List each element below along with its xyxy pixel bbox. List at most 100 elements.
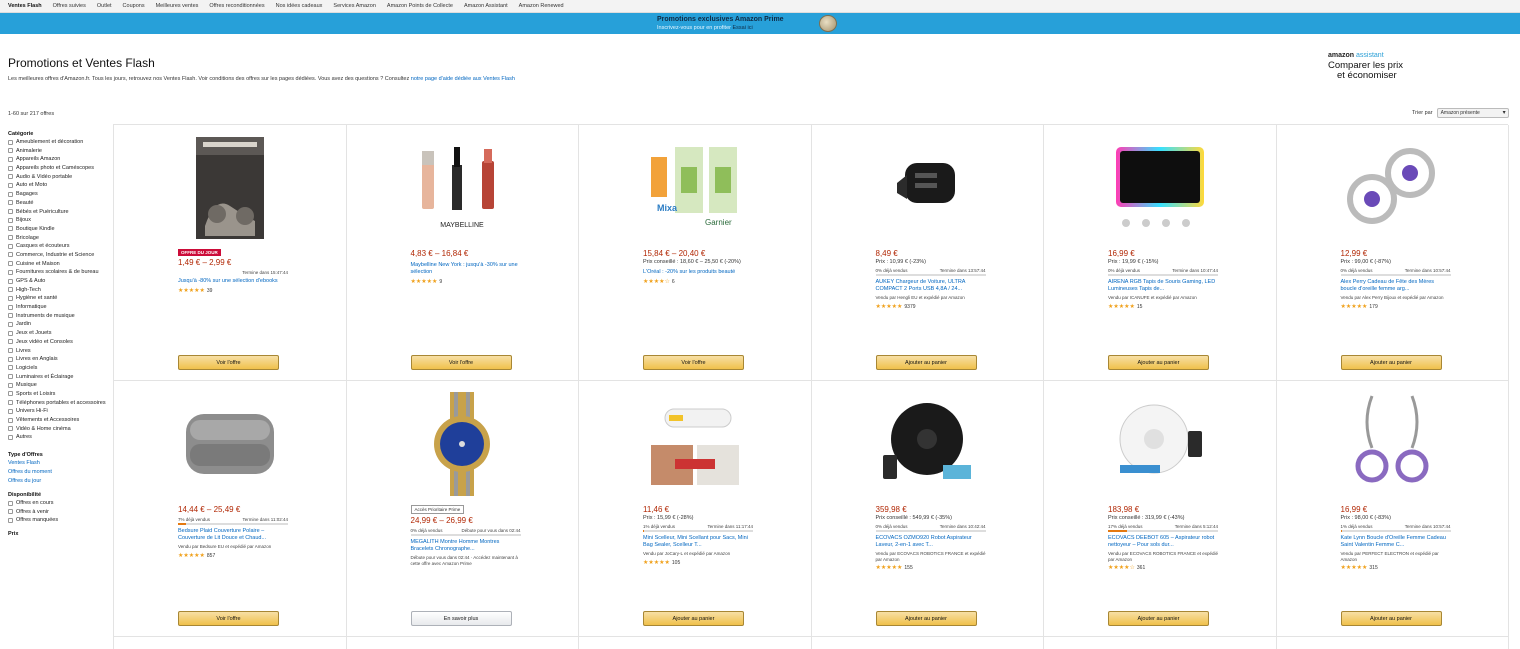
- drop-earrings-icon[interactable]: [1337, 389, 1447, 499]
- category-filter[interactable]: Informatique: [8, 304, 112, 310]
- checkbox[interactable]: [8, 174, 13, 180]
- deal-card[interactable]: 359,98 € Prix conseillé : 549,99 € (-35%)…: [811, 381, 1044, 637]
- category-filter[interactable]: Auto et Moto: [8, 182, 112, 188]
- deal-title[interactable]: AIRENA RGB Tapis de Souris Gaming, LED L…: [1108, 279, 1218, 293]
- sort-select[interactable]: Amazon présente: [1436, 108, 1509, 118]
- prime-banner[interactable]: Promotions exclusives Amazon Prime Inscr…: [0, 13, 1520, 34]
- nav-services-amazon[interactable]: Services Amazon: [333, 3, 376, 9]
- deal-card[interactable]: 16,99 € Prix : 19,99 € (-15%) 0% déjà vend…: [1044, 125, 1277, 381]
- car-charger-icon[interactable]: [872, 133, 982, 243]
- category-filter[interactable]: Boutique Kindle: [8, 226, 112, 232]
- category-filter[interactable]: Luminaires et Éclairage: [8, 374, 112, 380]
- category-filter[interactable]: Musique: [8, 382, 112, 388]
- offer-type-ventes-flash[interactable]: Ventes Flash: [8, 460, 112, 466]
- category-filter[interactable]: Animalerie: [8, 148, 112, 154]
- checkbox[interactable]: [8, 217, 13, 223]
- checkbox[interactable]: [8, 374, 13, 380]
- checkbox[interactable]: [8, 165, 13, 171]
- rating-stars-icon[interactable]: ★★★★☆ 6: [643, 279, 753, 286]
- checkbox[interactable]: [8, 330, 13, 336]
- deal-title[interactable]: AUKEY Chargeur de Voiture, ULTRA COMPACT…: [876, 279, 986, 293]
- deal-card[interactable]: [1277, 637, 1509, 649]
- nav-ventes-flash[interactable]: Ventes Flash: [8, 3, 42, 9]
- category-filter[interactable]: Autres: [8, 434, 112, 440]
- category-filter[interactable]: Ameublement et décoration: [8, 139, 112, 145]
- nav-offres-reconditionnees[interactable]: Offres reconditionnées: [209, 3, 264, 9]
- deal-card[interactable]: [114, 637, 347, 649]
- nav-points-collecte[interactable]: Amazon Points de Collecte: [387, 3, 453, 9]
- category-filter[interactable]: Appareils photo et Caméscopes: [8, 165, 112, 171]
- deal-title[interactable]: L'Oréal : -20% sur les produits beauté: [643, 269, 753, 276]
- category-filter[interactable]: Appareils Amazon: [8, 156, 112, 162]
- checkbox[interactable]: [8, 156, 13, 162]
- nav-amazon-renewed[interactable]: Amazon Renewed: [519, 3, 564, 9]
- availability-manquees[interactable]: Offres manquées: [8, 517, 112, 523]
- checkbox[interactable]: [8, 365, 13, 371]
- offer-type-du-moment[interactable]: Offres du moment: [8, 469, 112, 475]
- category-filter[interactable]: Beauté: [8, 200, 112, 206]
- deal-card[interactable]: [1044, 637, 1277, 649]
- checkbox[interactable]: [8, 226, 13, 232]
- deal-title[interactable]: Kate Lynn Boucle d'Oreille Femme Cadeau …: [1341, 535, 1451, 549]
- category-filter[interactable]: Instruments de musique: [8, 313, 112, 319]
- category-filter[interactable]: Vidéo & Home cinéma: [8, 426, 112, 432]
- category-filter[interactable]: Univers Hi-Fi: [8, 408, 112, 414]
- checkbox[interactable]: [8, 348, 13, 353]
- cosmetics-icon[interactable]: Mixa Garnier: [640, 133, 750, 243]
- deal-card[interactable]: 12,99 € Prix : 99,00 € (-87%) 0% déjà vend…: [1276, 125, 1509, 381]
- category-filter[interactable]: GPS & Auto: [8, 278, 112, 284]
- checkbox[interactable]: [8, 182, 13, 188]
- rating-stars-icon[interactable]: ★★★★★ 315: [1341, 565, 1451, 572]
- deal-card[interactable]: [579, 637, 812, 649]
- checkbox[interactable]: [8, 148, 13, 154]
- deal-card[interactable]: MAYBELLINE 4,83 € – 16,84 € Maybelline New…: [346, 125, 579, 381]
- deal-title[interactable]: Alex Perry Cadeau de Fête des Mères bouc…: [1341, 279, 1451, 293]
- checkbox[interactable]: [8, 500, 13, 506]
- checkbox[interactable]: [8, 304, 13, 310]
- deal-card[interactable]: Accès Prioritaire Prime 24,99 € – 26,99 €…: [346, 381, 579, 637]
- checkbox[interactable]: [8, 391, 13, 397]
- checkbox[interactable]: [8, 139, 13, 145]
- checkbox[interactable]: [8, 509, 13, 515]
- checkbox[interactable]: [8, 408, 13, 414]
- rating-stars-icon[interactable]: ★★★★★ 105: [643, 560, 753, 567]
- checkbox[interactable]: [8, 339, 13, 345]
- watch-icon[interactable]: [407, 389, 517, 499]
- deal-card[interactable]: 183,98 € Prix conseillé : 319,99 € (-43%)…: [1044, 381, 1277, 637]
- checkbox[interactable]: [8, 426, 13, 432]
- checkbox[interactable]: [8, 417, 13, 423]
- earrings-icon[interactable]: [1337, 133, 1447, 243]
- nav-outlet[interactable]: Outlet: [97, 3, 112, 9]
- checkbox[interactable]: [8, 200, 13, 206]
- amazon-assistant-promo[interactable]: amazon assistant Comparer les prix et éc…: [1328, 52, 1438, 81]
- checkbox[interactable]: [8, 356, 13, 362]
- deal-action-button[interactable]: Ajouter au panier: [1108, 611, 1209, 626]
- category-filter[interactable]: Audio & Vidéo portable: [8, 174, 112, 180]
- category-filter[interactable]: Jeux et Jouets: [8, 330, 112, 336]
- deal-action-button[interactable]: Ajouter au panier: [1340, 611, 1442, 626]
- checkbox[interactable]: [8, 321, 13, 327]
- deal-action-button[interactable]: Voir l'offre: [178, 611, 279, 626]
- checkbox[interactable]: [8, 252, 13, 258]
- checkbox[interactable]: [8, 400, 13, 406]
- category-filter[interactable]: Livres: [8, 348, 112, 354]
- availability-en-cours[interactable]: Offres en cours: [8, 500, 112, 506]
- nav-offres-suivies[interactable]: Offres suivies: [53, 3, 86, 9]
- deal-card[interactable]: [347, 637, 579, 649]
- deal-title[interactable]: Jusqu'à -80% sur une sélection d'ebooks: [178, 278, 288, 285]
- category-filter[interactable]: Téléphones portables et accessoires: [8, 400, 112, 406]
- book-icon[interactable]: [175, 133, 285, 243]
- blanket-icon[interactable]: [175, 389, 285, 499]
- deal-title[interactable]: Bedsure Plaid Couverture Polaire – Couve…: [178, 528, 288, 542]
- deal-action-button[interactable]: En savoir plus: [410, 611, 512, 626]
- category-filter[interactable]: Sports et Loisirs: [8, 391, 112, 397]
- category-filter[interactable]: Jeux vidéo et Consoles: [8, 339, 112, 345]
- category-filter[interactable]: Livres en Anglais: [8, 356, 112, 362]
- checkbox[interactable]: [8, 295, 13, 301]
- rating-stars-icon[interactable]: ★★★★★ 39: [178, 288, 288, 295]
- rating-stars-icon[interactable]: ★★★★★ 15: [1108, 304, 1218, 311]
- deal-card[interactable]: [812, 637, 1044, 649]
- mousepad-icon[interactable]: [1105, 133, 1215, 243]
- rating-stars-icon[interactable]: ★★★★★ 9: [411, 279, 521, 286]
- category-filter[interactable]: Commerce, Industrie et Science: [8, 252, 112, 258]
